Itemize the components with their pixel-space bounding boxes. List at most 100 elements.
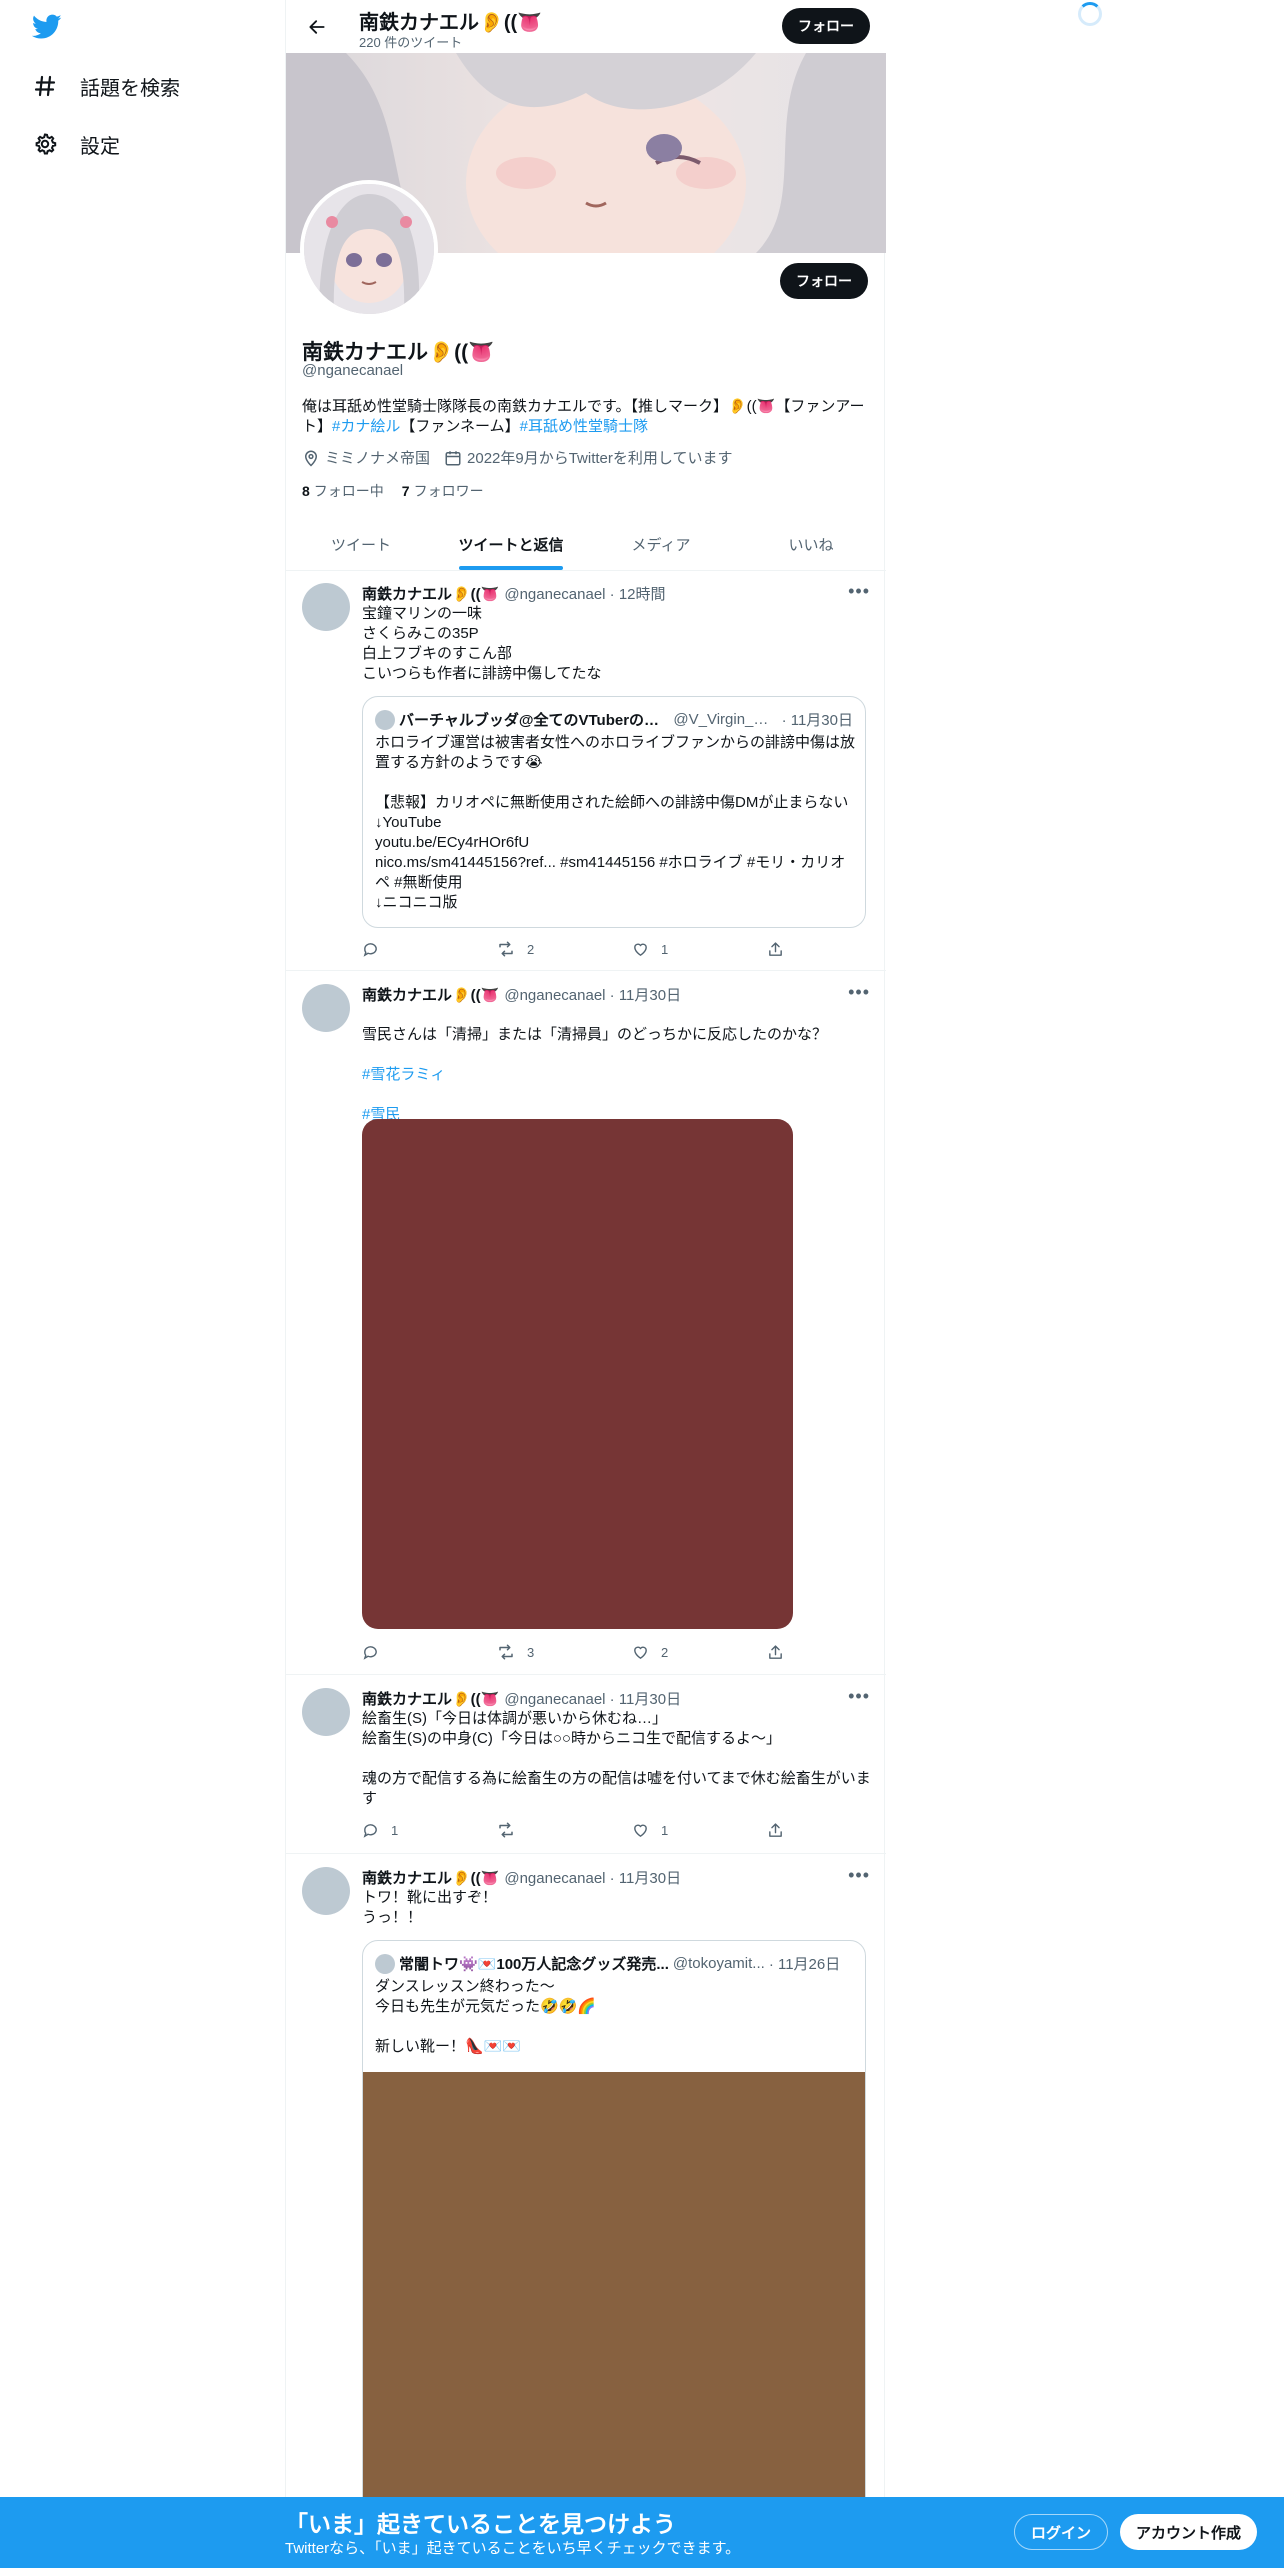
tweet[interactable]: 南鉄カナエル👂((👅 @nganecanael · 11月30日 ••• 絵畜生… [286, 1676, 886, 1854]
quoted-tweet-text: ホロライブ運営は被害者女性へのホロライブファンからの誹謗中傷は放置する方針のよう… [375, 734, 856, 911]
tweet-avatar[interactable] [302, 583, 350, 631]
tweet-text: 絵畜生(S)「今日は体調が悪いから休むね…」 絵畜生(S)の中身(C)「今日は○… [362, 1710, 871, 1807]
calendar-icon [445, 450, 461, 465]
retweet-button[interactable] [497, 1821, 632, 1839]
profile-handle: @nganecanael [302, 362, 404, 379]
like-count: 2 [661, 1644, 669, 1660]
tweet-avatar[interactable] [302, 984, 350, 1032]
hashtag-icon [32, 73, 58, 99]
arrow-left-icon [309, 20, 325, 34]
signup-banner-title: 「いま」起きていることを見つけよう [285, 2511, 676, 2537]
header-name: 南鉄カナエル👂((👅 [359, 12, 543, 34]
profile-header-bar: 南鉄カナエル👂((👅 220 件のツイート フォロー [286, 0, 886, 53]
tweet-avatar[interactable] [302, 1688, 350, 1736]
following-count: 8 [302, 483, 310, 499]
nav-settings[interactable]: 設定 [32, 124, 120, 164]
profile-avatar[interactable] [300, 180, 438, 318]
tweet-header: 南鉄カナエル👂((👅 @nganecanael · 11月30日 ••• [362, 1865, 870, 1888]
gear-icon [32, 131, 58, 157]
profile-follow-stats: 8 フォロー中 7 フォロワー [302, 481, 502, 501]
tweet-author-name[interactable]: 南鉄カナエル👂((👅 [362, 1867, 499, 1888]
twitter-logo-icon[interactable] [31, 14, 64, 42]
share-icon [769, 1822, 782, 1837]
share-icon [769, 941, 782, 956]
back-button[interactable] [300, 10, 334, 44]
hashtag-link[interactable]: #雪花ラミィ [362, 1065, 872, 1085]
tweet-avatar[interactable] [302, 1867, 350, 1915]
like-button[interactable]: 2 [632, 1644, 767, 1661]
reply-icon [363, 942, 377, 957]
like-button[interactable]: 1 [632, 941, 767, 958]
more-options-icon[interactable]: ••• [848, 581, 870, 602]
quoted-tweet-avatar [375, 709, 395, 730]
reply-button[interactable] [362, 1644, 497, 1661]
nav-explore[interactable]: 話題を検索 [32, 66, 180, 106]
following-label: フォロー中 [313, 483, 384, 499]
quoted-tweet-header: 常闇トワ👾💌100万人記念グッズ発売... @tokoyamit... · 11… [375, 1953, 853, 1974]
signup-banner: 「いま」起きていることを見つけよう Twitterなら、「いま」起きていることを… [0, 2497, 1284, 2568]
loading-spinner [1078, 2, 1102, 26]
share-button[interactable] [767, 1644, 784, 1661]
profile-location: ミミノナメ帝国 [325, 450, 431, 467]
more-options-icon[interactable]: ••• [848, 982, 870, 1003]
tab-media[interactable]: メディア [586, 518, 736, 570]
tweet-body: 雪民さんは「清掃」または「清掃員」のどっちかに反応したのかな？ [362, 1026, 828, 1043]
bio-hashtag-link[interactable]: #耳舐め性堂騎士隊 [520, 418, 648, 435]
quoted-tweet[interactable]: 常闇トワ👾💌100万人記念グッズ発売... @tokoyamit... · 11… [362, 1940, 866, 2568]
like-button[interactable]: 1 [632, 1822, 767, 1839]
nav-settings-label: 設定 [80, 135, 120, 158]
profile-joined-date: 2022年9月からTwitterを利用しています [467, 450, 733, 467]
header-follow-button[interactable]: フォロー [782, 8, 870, 44]
tweet-meta[interactable]: @nganecanael · 11月30日 [504, 1688, 681, 1709]
quoted-tweet-image[interactable] [363, 2072, 865, 2568]
followers-label: フォロワー [413, 483, 484, 499]
profile-meta: ミミノナメ帝国 2022年9月からTwitterを利用しています [302, 447, 746, 468]
reply-icon [363, 1645, 377, 1660]
header-tweet-count: 220 件のツイート [359, 35, 463, 50]
share-button[interactable] [767, 1822, 784, 1839]
tweet-meta[interactable]: @nganecanael · 12時間 [504, 583, 665, 604]
reply-count: 1 [391, 1822, 399, 1838]
login-button[interactable]: ログイン [1014, 2514, 1109, 2550]
share-button[interactable] [767, 941, 784, 958]
reply-button[interactable] [362, 941, 497, 958]
followers-link[interactable]: 7 フォロワー [402, 481, 484, 501]
quoted-tweet-handle: @V_Virgin_M... [673, 711, 778, 728]
tweet-author-name[interactable]: 南鉄カナエル👂((👅 [362, 984, 499, 1005]
like-count: 1 [661, 941, 669, 957]
tweet-author-name[interactable]: 南鉄カナエル👂((👅 [362, 1688, 499, 1709]
retweet-button[interactable]: 2 [497, 940, 632, 958]
more-options-icon[interactable]: ••• [848, 1686, 870, 1707]
tweet-header: 南鉄カナエル👂((👅 @nganecanael · 11月30日 ••• [362, 982, 870, 1005]
quoted-tweet[interactable]: バーチャルブッダ@全てのVTuberの守... @V_Virgin_M... ·… [362, 696, 866, 928]
profile-tabs: ツイート ツイートと返信 メディア いいね [286, 518, 886, 571]
bio-hashtag-link[interactable]: #カナ絵ル [332, 418, 400, 435]
tweet[interactable]: 南鉄カナエル👂((👅 @nganecanael · 11月30日 ••• トワ！… [286, 1855, 886, 2568]
quoted-tweet-handle: @tokoyamit... [672, 1955, 765, 1972]
tweet-meta[interactable]: @nganecanael · 11月30日 [504, 1867, 681, 1888]
heart-icon [634, 943, 647, 956]
following-link[interactable]: 8 フォロー中 [302, 481, 384, 501]
tweet-image[interactable] [362, 1119, 793, 1629]
bio-text: 【ファンネーム】 [400, 418, 520, 435]
signup-button[interactable]: アカウント作成 [1120, 2514, 1258, 2550]
tab-likes[interactable]: いいね [736, 518, 886, 570]
profile-follow-button[interactable]: フォロー [780, 263, 868, 299]
followers-count: 7 [401, 483, 410, 499]
retweet-icon [499, 1822, 513, 1838]
tab-tweets[interactable]: ツイート [286, 518, 436, 570]
tweet[interactable]: 南鉄カナエル👂((👅 @nganecanael · 12時間 ••• 宝鐘マリン… [286, 571, 886, 971]
tweet-header: 南鉄カナエル👂((👅 @nganecanael · 11月30日 ••• [362, 1686, 870, 1709]
retweet-icon [499, 1644, 513, 1660]
more-options-icon[interactable]: ••• [848, 1865, 870, 1886]
tab-tweets-and-replies[interactable]: ツイートと返信 [436, 518, 586, 570]
reply-button[interactable]: 1 [362, 1822, 497, 1839]
tweet-author-name[interactable]: 南鉄カナエル👂((👅 [362, 583, 499, 604]
tweet-meta[interactable]: @nganecanael · 11月30日 [504, 984, 681, 1005]
retweet-button[interactable]: 3 [497, 1643, 632, 1661]
tweet[interactable]: 南鉄カナエル👂((👅 @nganecanael · 11月30日 ••• 雪民さ… [286, 972, 886, 1675]
heart-icon [634, 1646, 647, 1659]
nav-explore-label: 話題を検索 [80, 77, 180, 100]
tweet-actions: 3 2 [362, 1642, 792, 1662]
retweet-icon [499, 941, 513, 957]
